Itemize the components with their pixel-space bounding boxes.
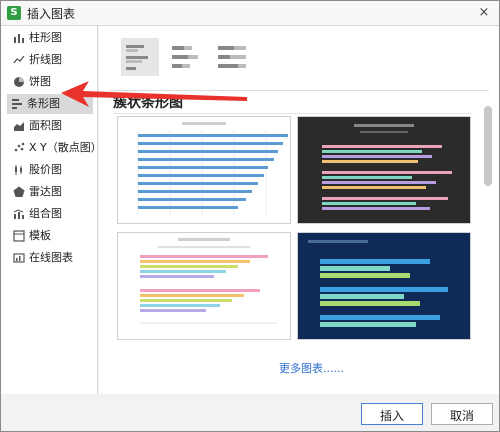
thumbnail-light-multicolor[interactable]	[117, 232, 291, 340]
insert-chart-dialog: S 插入图表 × 柱形图 折线图 饼图 条形图 面积图 X Y（散点图） 股价图…	[0, 0, 500, 432]
bar-chart-preview	[322, 124, 452, 210]
thumbnail-navy-blue[interactable]	[297, 232, 471, 340]
subtype-clustered-bar[interactable]	[121, 38, 159, 76]
more-charts-link[interactable]: 更多图表......	[279, 360, 344, 376]
bar-chart-icon	[12, 99, 22, 109]
sidebar-item-stock[interactable]: 股价图	[9, 160, 95, 180]
red-arrow-annotation	[61, 81, 247, 107]
sidebar-item-label: 模板	[29, 229, 51, 242]
sidebar-item-label: 柱形图	[29, 31, 62, 44]
sidebar-item-online[interactable]: 在线图表	[9, 248, 95, 268]
sidebar-item-line[interactable]: 折线图	[9, 50, 95, 70]
cancel-button[interactable]: 取消	[431, 403, 493, 425]
percent-stacked-bar-icon	[218, 46, 246, 68]
close-button[interactable]: ×	[475, 4, 493, 22]
preview-scrollbar[interactable]	[484, 106, 492, 186]
scatter-chart-icon	[14, 142, 25, 152]
sidebar-item-label: 组合图	[29, 207, 62, 220]
radar-chart-icon	[13, 186, 25, 197]
online-chart-icon	[13, 253, 25, 263]
sidebar-item-area[interactable]: 面积图	[9, 116, 95, 136]
sidebar-item-template[interactable]: 模板	[9, 226, 95, 246]
stacked-bar-icon	[172, 46, 198, 68]
bar-chart-preview	[308, 240, 448, 327]
template-icon	[13, 230, 25, 242]
sidebar-item-label: 条形图	[27, 97, 60, 110]
stock-chart-icon	[15, 165, 22, 175]
line-chart-icon	[13, 55, 25, 64]
insert-button[interactable]: 插入	[361, 403, 423, 425]
sidebar-item-column[interactable]: 柱形图	[9, 28, 95, 48]
sidebar-item-scatter[interactable]: X Y（散点图）	[9, 138, 102, 158]
sidebar-item-combo[interactable]: 组合图	[9, 204, 95, 224]
sidebar-item-label: 股价图	[29, 163, 62, 176]
pie-chart-icon	[14, 77, 24, 87]
sidebar-item-label: 面积图	[29, 119, 62, 132]
sidebar-item-label: X Y（散点图）	[29, 141, 102, 154]
app-logo-icon: S	[7, 6, 21, 20]
column-chart-icon	[14, 34, 24, 43]
sidebar-item-label: 折线图	[29, 53, 62, 66]
thumbnail-light-blue[interactable]	[117, 116, 291, 224]
title-bar[interactable]: S 插入图表 ×	[1, 1, 499, 26]
sidebar-item-label: 雷达图	[29, 185, 62, 198]
combo-chart-icon	[13, 209, 24, 219]
bar-chart-preview	[140, 238, 278, 324]
subtype-stacked-bar[interactable]	[167, 38, 205, 76]
area-chart-icon	[14, 122, 24, 131]
divider	[113, 113, 473, 114]
dialog-title: 插入图表	[27, 7, 76, 21]
bar-chart-preview	[137, 122, 288, 215]
sidebar-item-radar[interactable]: 雷达图	[9, 182, 95, 202]
thumbnail-dark-colorful[interactable]	[297, 116, 471, 224]
sidebar-item-label: 在线图表	[29, 251, 73, 264]
clustered-bar-icon	[126, 45, 148, 70]
subtype-percent-stacked-bar[interactable]	[213, 38, 251, 76]
sidebar-item-label: 饼图	[29, 75, 51, 88]
